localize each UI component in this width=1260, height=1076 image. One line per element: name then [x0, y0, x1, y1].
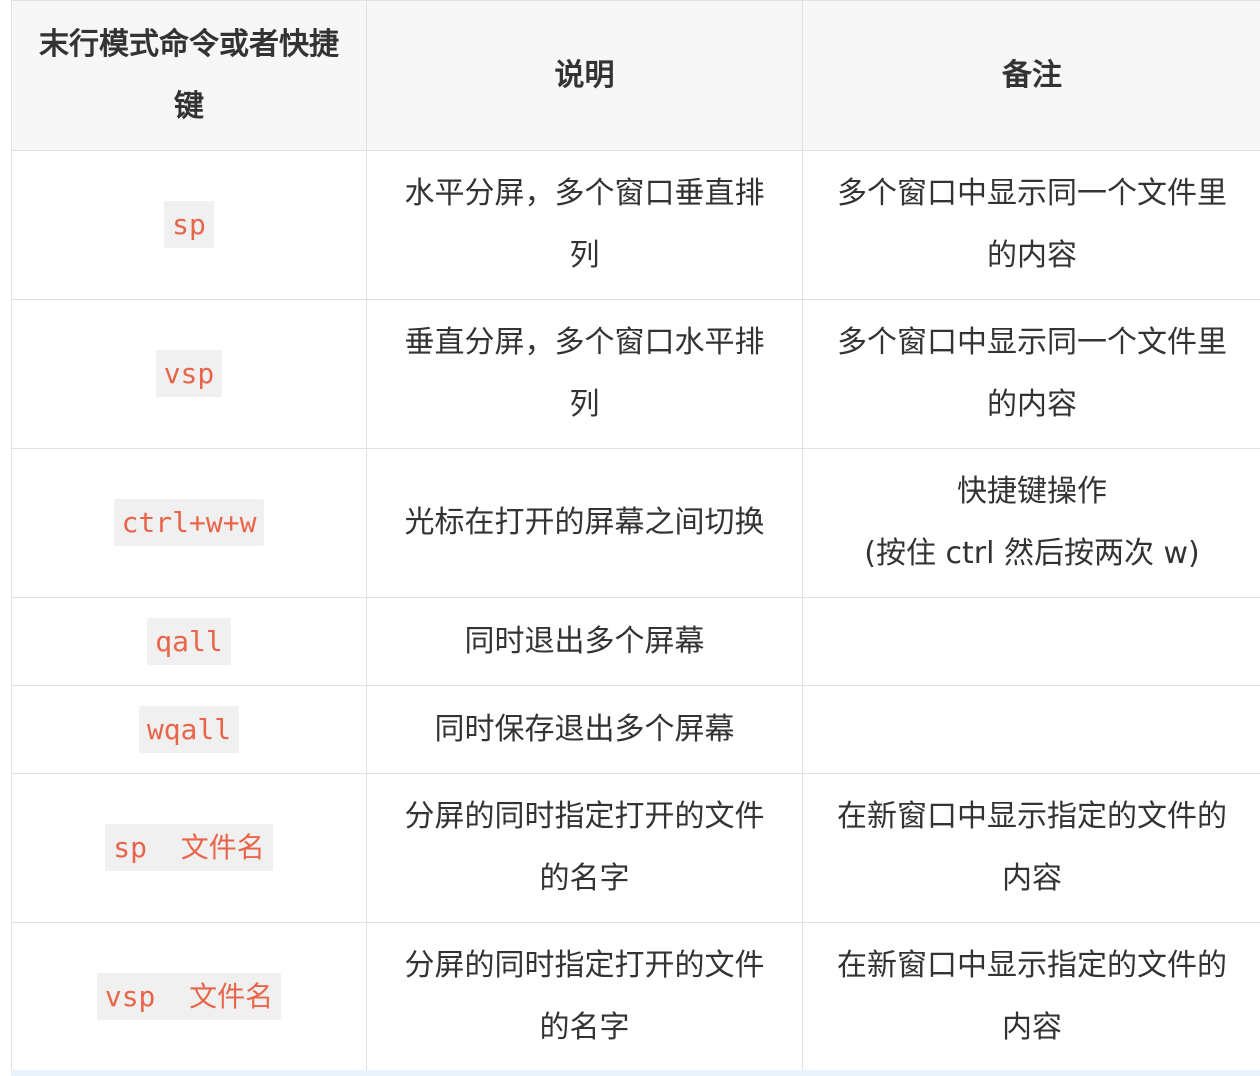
note-cell [802, 597, 1260, 686]
command-code: sp 文件名 [105, 824, 273, 871]
command-cell: qall [11, 597, 367, 686]
description-cell: 光标在打开的屏幕之间切换 [366, 448, 803, 598]
description-cell: 分屏的同时指定打开的文件的名字 [366, 922, 803, 1072]
table-row: sp 水平分屏，多个窗口垂直排列 多个窗口中显示同一个文件里的内容 [11, 150, 1260, 300]
command-code: sp [164, 201, 214, 248]
note-cell: 在新窗口中显示指定的文件的内容 [802, 922, 1260, 1072]
header-row: 末行模式命令或者快捷键 说明 备注 [11, 0, 1260, 151]
table-row: wqall 同时保存退出多个屏幕 [11, 685, 1260, 774]
note-cell: 多个窗口中显示同一个文件里的内容 [802, 150, 1260, 300]
command-code: vsp 文件名 [96, 973, 282, 1020]
table-row: ctrl+w+w 光标在打开的屏幕之间切换 快捷键操作 (按住 ctrl 然后按两… [11, 448, 1260, 598]
description-cell: 分屏的同时指定打开的文件的名字 [366, 773, 803, 923]
description-cell: 同时退出多个屏幕 [366, 597, 803, 686]
command-cell: vsp [11, 299, 367, 449]
note-cell: 快捷键操作 (按住 ctrl 然后按两次 w) [802, 448, 1260, 598]
command-code: wqall [138, 705, 240, 753]
header-command: 末行模式命令或者快捷键 [11, 0, 367, 151]
description-cell: 同时保存退出多个屏幕 [366, 685, 803, 774]
table-row: vsp 垂直分屏，多个窗口水平排列 多个窗口中显示同一个文件里的内容 [11, 299, 1260, 449]
table-row: sp 文件名 分屏的同时指定打开的文件的名字 在新窗口中显示指定的文件的内容 [11, 773, 1260, 923]
command-cell: sp [11, 150, 367, 300]
command-cell: wqall [11, 685, 367, 774]
command-cell: vsp 文件名 [11, 922, 367, 1072]
command-code: ctrl+w+w [113, 499, 265, 546]
description-cell: 水平分屏，多个窗口垂直排列 [366, 150, 803, 300]
note-line: 快捷键操作 [957, 474, 1107, 509]
header-description: 说明 [366, 0, 803, 151]
note-cell: 在新窗口中显示指定的文件的内容 [802, 773, 1260, 923]
table-row: qall 同时退出多个屏幕 [11, 597, 1260, 686]
command-code: vsp [155, 350, 223, 397]
note-cell: 多个窗口中显示同一个文件里的内容 [802, 299, 1260, 449]
table-row: vsp 文件名 分屏的同时指定打开的文件的名字 在新窗口中显示指定的文件的内容 [11, 922, 1260, 1072]
command-cell: sp 文件名 [11, 773, 367, 923]
header-note: 备注 [802, 0, 1260, 151]
page-bottom-bar [11, 1070, 1260, 1076]
vim-split-screen-commands-table: 末行模式命令或者快捷键 说明 备注 sp 水平分屏，多个窗口垂直排列 多个窗口中… [11, 0, 1260, 1072]
note-cell [802, 685, 1260, 774]
note-line: (按住 ctrl 然后按两次 w) [864, 536, 1200, 571]
table-header: 末行模式命令或者快捷键 说明 备注 [11, 0, 1260, 151]
description-cell: 垂直分屏，多个窗口水平排列 [366, 299, 803, 449]
command-code: qall [147, 617, 231, 665]
table-body: sp 水平分屏，多个窗口垂直排列 多个窗口中显示同一个文件里的内容 vsp 垂直… [11, 150, 1260, 1072]
command-cell: ctrl+w+w [11, 448, 367, 598]
